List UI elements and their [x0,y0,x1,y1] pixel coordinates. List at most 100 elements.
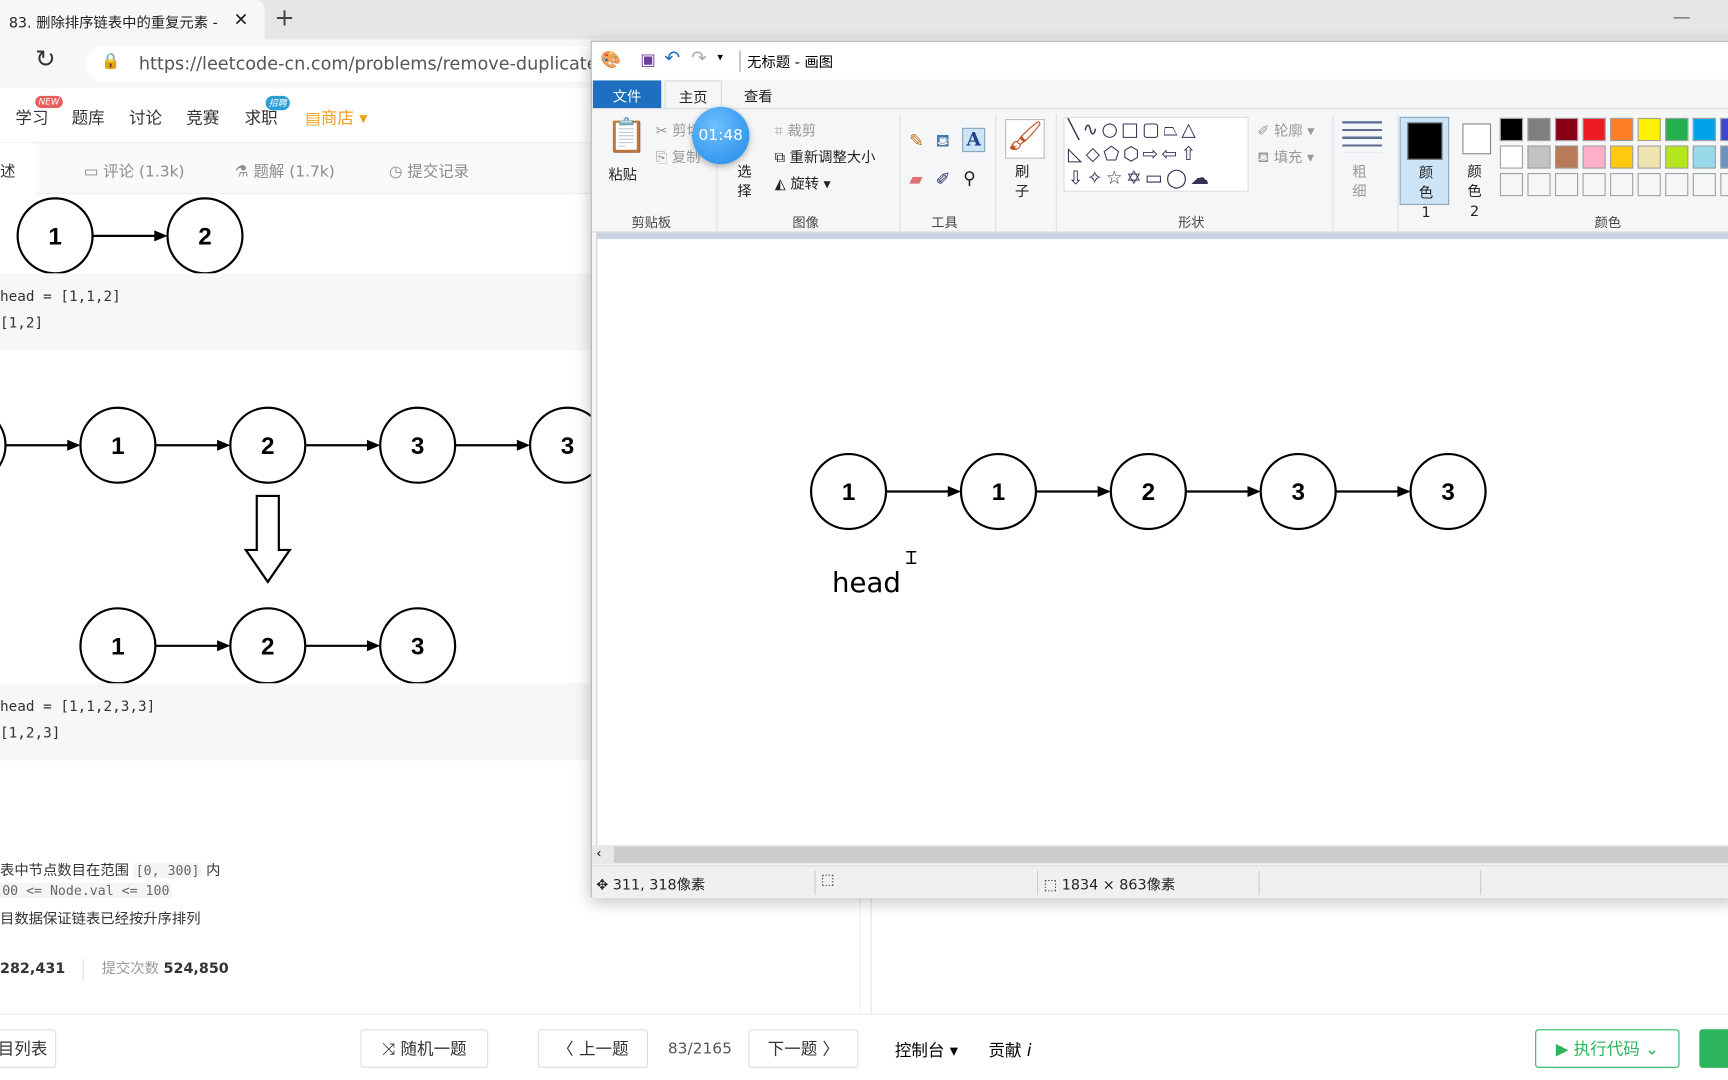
random-button[interactable]: ⤨ 随机一题 [360,1029,489,1068]
nav-discuss[interactable]: 讨论 [129,106,162,129]
ribbon-tab-view[interactable]: 查看 [731,80,786,108]
url-field[interactable]: 🔒 https://leetcode-cn.com/problems/remov… [85,46,654,82]
rotate-button[interactable]: ◭ 旋转 ▾ [775,172,831,193]
color-swatch[interactable] [1554,173,1579,197]
quick-access-dropdown-icon[interactable]: ▾ [717,52,723,64]
paste-button[interactable]: 粘贴 [608,163,637,185]
lock-icon[interactable]: 🔒 [101,53,120,71]
bottom-bar: 目列表 ⤨ 随机一题 〈 上一题 83/2165 下一题 〉 控制台 ▾ 贡献 … [0,1013,1728,1080]
brush-icon[interactable]: 🖌 [1005,119,1045,159]
node-label: 2 [1142,479,1155,506]
color-swatch[interactable] [1665,117,1689,142]
node-label: 1 [111,634,124,661]
resize-button[interactable]: ⧉ 重新调整大小 [775,145,876,167]
color-swatch[interactable] [1527,145,1551,169]
outline-button[interactable]: ✐ 轮廓 ▾ [1257,119,1314,140]
brush-button[interactable]: 刷子 [1015,163,1030,203]
color-swatch[interactable] [1692,145,1716,169]
color-swatch[interactable] [1637,173,1661,197]
close-tab-icon[interactable]: ✕ [234,9,249,30]
shapes-gallery[interactable]: ╲∿○□▢⏢△ ◺◇⬠⬡⇨⇦⇧ ⇩✧☆✡▭◯☁ [1063,116,1249,192]
save-icon[interactable]: ▣ [640,50,656,70]
copy-button[interactable]: ⎘ 复制 [656,145,701,167]
color-swatch[interactable] [1720,145,1728,169]
color-swatch[interactable] [1637,117,1661,142]
color2-button[interactable]: 颜色 2 [1456,117,1506,220]
nav-contest[interactable]: 竞赛 [186,106,219,129]
group-label-tools: 工具 [931,214,958,231]
eraser-icon[interactable]: ▰ [909,169,923,190]
magnifier-icon[interactable]: ⚲ [963,168,976,189]
color-picker-icon[interactable]: ✐ [936,169,951,190]
color-swatch[interactable] [1554,145,1579,169]
node-label: 2 [198,224,211,251]
reload-icon[interactable]: ↻ [35,46,55,74]
paste-icon[interactable]: 📋 [606,117,647,156]
canvas-drawing: 1 1 2 3 3 [809,452,1487,531]
new-tab-icon[interactable]: + [274,4,294,32]
color-swatch[interactable] [1692,117,1716,142]
tab-description[interactable]: 述 [0,160,15,182]
fill-icon[interactable]: ⛾ [936,130,950,153]
paint-title: 无标题 - 画图 [739,50,833,72]
tab-solutions[interactable]: ⚗ 题解 (1.7k) [235,160,335,182]
color-swatch[interactable] [1582,145,1606,169]
nav-problems[interactable]: 题库 [72,106,105,129]
color-swatch[interactable] [1582,117,1606,142]
fill-button[interactable]: ⛾ 填充 ▾ [1257,145,1314,168]
node-label: 3 [411,433,424,460]
minimize-icon[interactable]: — [1673,7,1691,28]
node-label: 2 [261,433,274,460]
problem-list-button[interactable]: 目列表 [0,1029,57,1068]
paint-canvas[interactable]: 1 1 2 3 3 head Ꮖ [597,239,1728,846]
node-label: 1 [48,224,61,251]
crop-button[interactable]: ⌗ 裁剪 [775,119,816,140]
tab-submissions[interactable]: ◷ 提交记录 [389,160,469,182]
size-icon[interactable] [1342,121,1382,153]
color-swatch[interactable] [1499,173,1524,197]
pencil-icon[interactable]: ✎ [909,130,924,151]
color-swatch[interactable] [1665,173,1689,197]
text-tool-icon[interactable]: A [962,127,986,153]
color-swatch[interactable] [1610,117,1634,142]
submit-button[interactable] [1699,1029,1728,1068]
contribute-button[interactable]: 贡献 i [989,1038,1032,1061]
select-button[interactable]: 选择 [737,163,752,203]
redo-icon[interactable]: ↷ [691,47,707,69]
horizontal-scrollbar[interactable]: ‹ [591,845,1728,864]
nav-store[interactable]: ▤商店 ▾ [305,106,367,129]
color-swatch[interactable] [1720,173,1728,197]
color-swatch[interactable] [1499,117,1524,142]
hire-badge: 招聘 [265,95,290,111]
stats: 282,431 提交次数 524,850 [0,957,229,981]
ribbon-tab-file[interactable]: 文件 [592,80,662,108]
paint-app-icon: 🎨 [600,49,622,70]
prev-button[interactable]: 〈 上一题 [537,1029,648,1068]
color-swatch[interactable] [1665,145,1689,169]
run-code-button[interactable]: ▶ 执行代码 ⌄ [1535,1029,1680,1068]
color-swatch[interactable] [1720,117,1728,142]
size-button[interactable]: 粗细 [1352,163,1367,203]
nav-learn[interactable]: 学习 [15,106,48,129]
color-swatch[interactable] [1554,117,1579,142]
node-label: 1 [992,479,1005,506]
next-button[interactable]: 下一题 〉 [748,1029,859,1068]
color-swatch[interactable] [1692,173,1716,197]
color-swatch[interactable] [1499,145,1524,169]
tab-comments[interactable]: ▭ 评论 (1.3k) [84,160,185,182]
ribbon-tab-home[interactable]: 主页 [664,80,722,108]
browser-tab-bar: 83. 删除排序链表中的重复元素 - ✕ + — [0,0,1728,40]
timer-bubble[interactable]: 01:48 [692,106,750,165]
browser-tab[interactable]: 83. 删除排序链表中的重复元素 - ✕ [0,0,265,40]
console-button[interactable]: 控制台 ▾ [895,1038,958,1061]
color-swatch[interactable] [1637,145,1661,169]
color-swatch[interactable] [1610,145,1634,169]
undo-icon[interactable]: ↶ [665,47,681,69]
scroll-left-icon[interactable]: ‹ [596,845,601,860]
color-swatch[interactable] [1527,117,1551,142]
color1-button[interactable]: 颜色 1 [1399,116,1450,222]
color-swatch[interactable] [1527,173,1551,197]
color-swatch[interactable] [1610,173,1634,197]
example-diagrams: 1 2 1 2 3 3 1 2 3 [0,197,596,685]
color-swatch[interactable] [1582,173,1606,197]
